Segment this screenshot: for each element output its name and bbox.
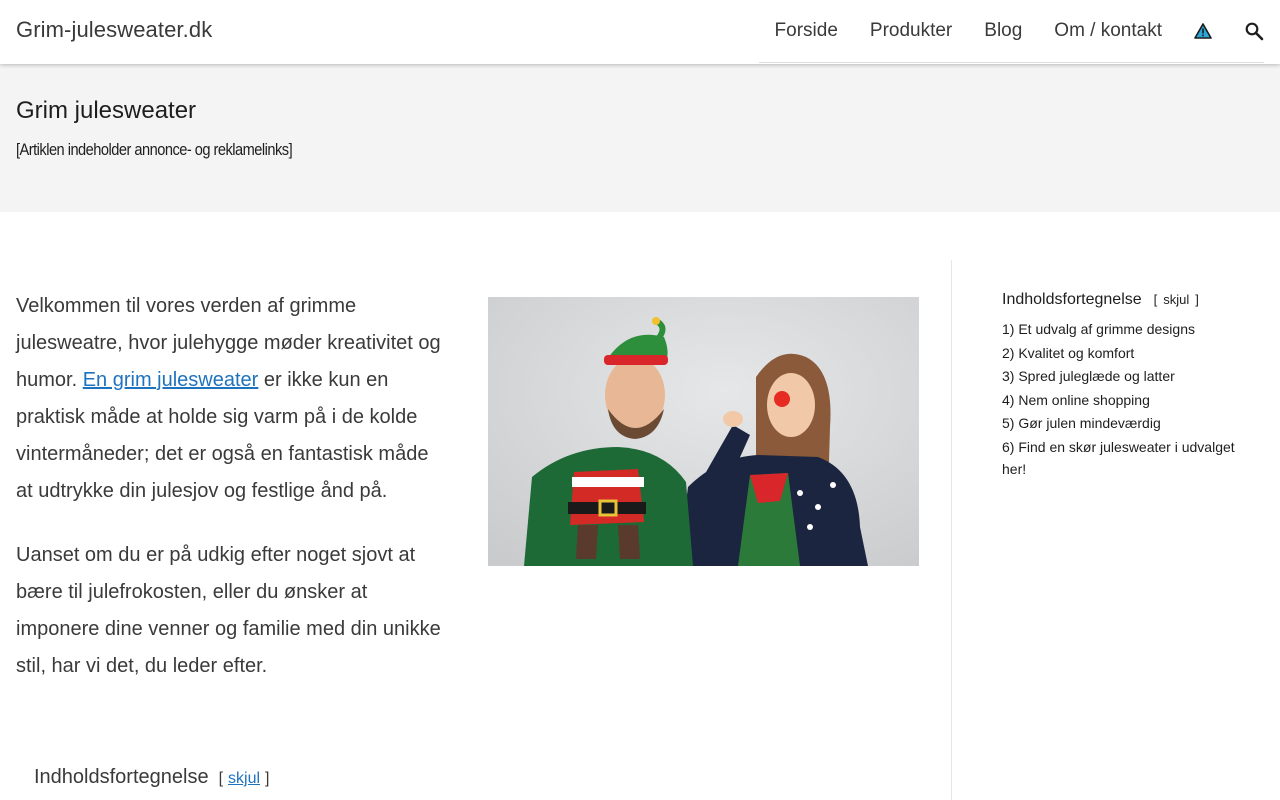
toc-toggle[interactable]: [ skjul] bbox=[1151, 292, 1202, 307]
toc-list: 1) Et udvalg af grimme designs 2) Kvalit… bbox=[1002, 318, 1252, 480]
warning-triangle-icon[interactable] bbox=[1194, 22, 1212, 40]
article-toc-toggle: [skjul] bbox=[219, 770, 270, 788]
toc-close-bracket: ] bbox=[1195, 292, 1199, 307]
toc-heading: Indholdsfortegnelse bbox=[1002, 291, 1142, 308]
article-toc-hide-link[interactable]: skjul bbox=[228, 770, 260, 787]
sidebar-divider bbox=[951, 260, 952, 800]
main-nav: Forside Produkter Blog Om / kontakt bbox=[758, 0, 1264, 63]
toc-item[interactable]: 3) Spred juleglæde og latter bbox=[1002, 365, 1252, 387]
article-toc-header: Indholdsfortegnelse [skjul] bbox=[34, 766, 270, 789]
toc-item[interactable]: 2) Kvalitet og komfort bbox=[1002, 342, 1252, 364]
intro-paragraph: Velkommen til vores verden af grimme jul… bbox=[16, 288, 446, 510]
sidebar-toc: Indholdsfortegnelse [ skjul] 1) Et udvalg… bbox=[1002, 291, 1252, 481]
article-toc-heading: Indholdsfortegnelse bbox=[34, 766, 209, 788]
nav-item-produkter[interactable]: Produkter bbox=[870, 20, 952, 42]
article-toc-close-bracket: ] bbox=[265, 770, 270, 787]
toc-header: Indholdsfortegnelse [ skjul] bbox=[1002, 291, 1252, 309]
toc-item[interactable]: 5) Gør julen mindeværdig bbox=[1002, 412, 1252, 434]
site-title-link[interactable]: Grim-julesweater.dk bbox=[16, 17, 212, 43]
article-content: Velkommen til vores verden af grimme jul… bbox=[16, 288, 446, 712]
ad-disclaimer: [Artiklen indeholder annonce- og reklame… bbox=[16, 140, 293, 159]
toc-item[interactable]: 1) Et udvalg af grimme designs bbox=[1002, 318, 1252, 340]
page-title-band: Grim julesweater [Artiklen indeholder an… bbox=[0, 64, 1280, 212]
toc-open-bracket: [ bbox=[1153, 292, 1158, 307]
article-toc-open-bracket: [ bbox=[218, 770, 224, 787]
second-paragraph: Uanset om du er på udkig efter noget sjo… bbox=[16, 544, 441, 677]
page-title: Grim julesweater bbox=[16, 97, 197, 124]
couple-christmas-sweater-photo bbox=[488, 297, 919, 566]
toc-item[interactable]: 6) Find en skør julesweater i udvalget h… bbox=[1002, 436, 1252, 480]
nav-item-om-kontakt[interactable]: Om / kontakt bbox=[1054, 20, 1162, 42]
toc-hide-link[interactable]: skjul bbox=[1163, 292, 1189, 307]
nav-item-forside[interactable]: Forside bbox=[775, 20, 838, 42]
grim-julesweater-link[interactable]: En grim julesweater bbox=[83, 369, 259, 391]
toc-item[interactable]: 4) Nem online shopping bbox=[1002, 389, 1252, 411]
nav-item-blog[interactable]: Blog bbox=[984, 20, 1022, 42]
search-icon[interactable] bbox=[1244, 21, 1264, 41]
site-header: Grim-julesweater.dk Forside Produkter Bl… bbox=[0, 0, 1280, 64]
